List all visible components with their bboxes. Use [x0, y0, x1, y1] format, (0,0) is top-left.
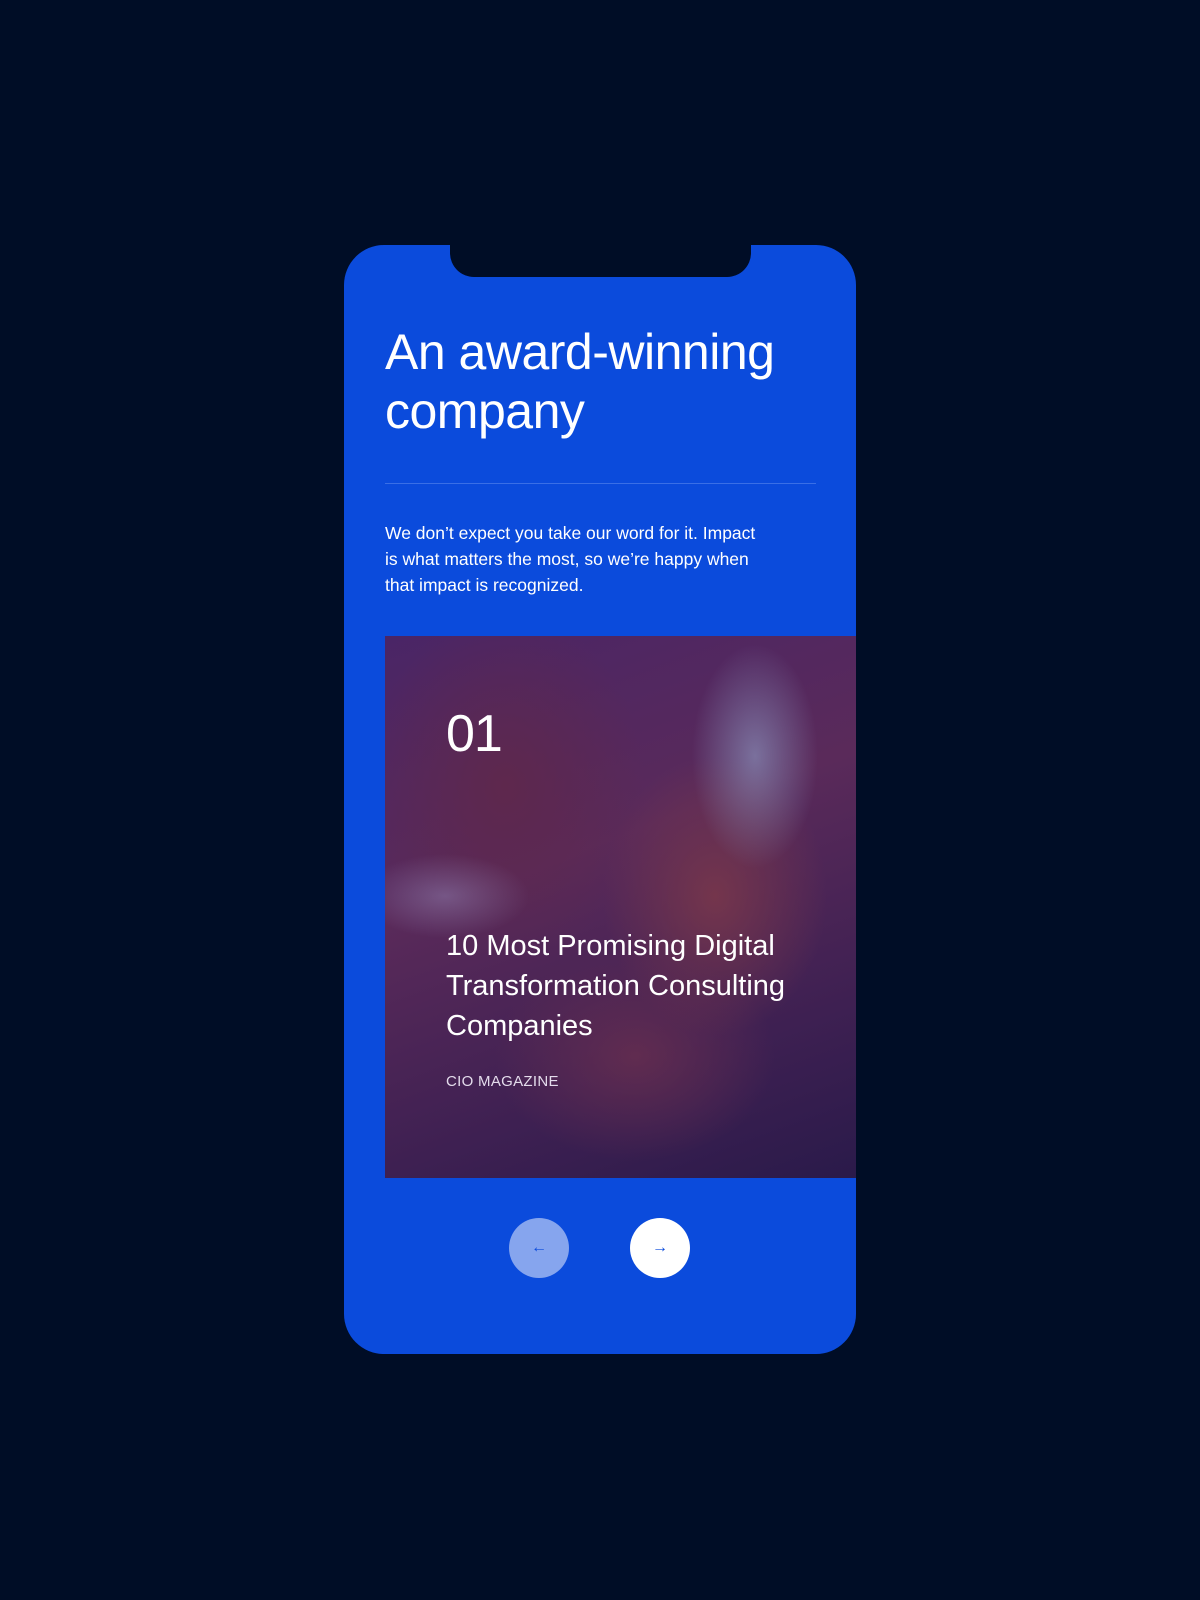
- award-number: 01: [446, 705, 503, 763]
- divider: [385, 483, 816, 484]
- arrow-right-icon: →: [652, 1239, 668, 1256]
- award-source: CIO MAGAZINE: [446, 1073, 559, 1090]
- award-title: 10 Most Promising Digital Transformation…: [446, 930, 786, 1042]
- next-button[interactable]: →: [630, 1218, 690, 1278]
- arrow-left-icon: ←: [531, 1239, 547, 1256]
- page-title: An award-winning company: [385, 324, 775, 439]
- phone-notch: [450, 245, 751, 277]
- previous-button[interactable]: ←: [509, 1218, 569, 1278]
- phone-frame: An award-winning company We don’t expect…: [344, 245, 856, 1354]
- award-card[interactable]: 01 10 Most Promising Digital Transformat…: [385, 636, 856, 1178]
- intro-text: We don’t expect you take our word for it…: [385, 523, 756, 595]
